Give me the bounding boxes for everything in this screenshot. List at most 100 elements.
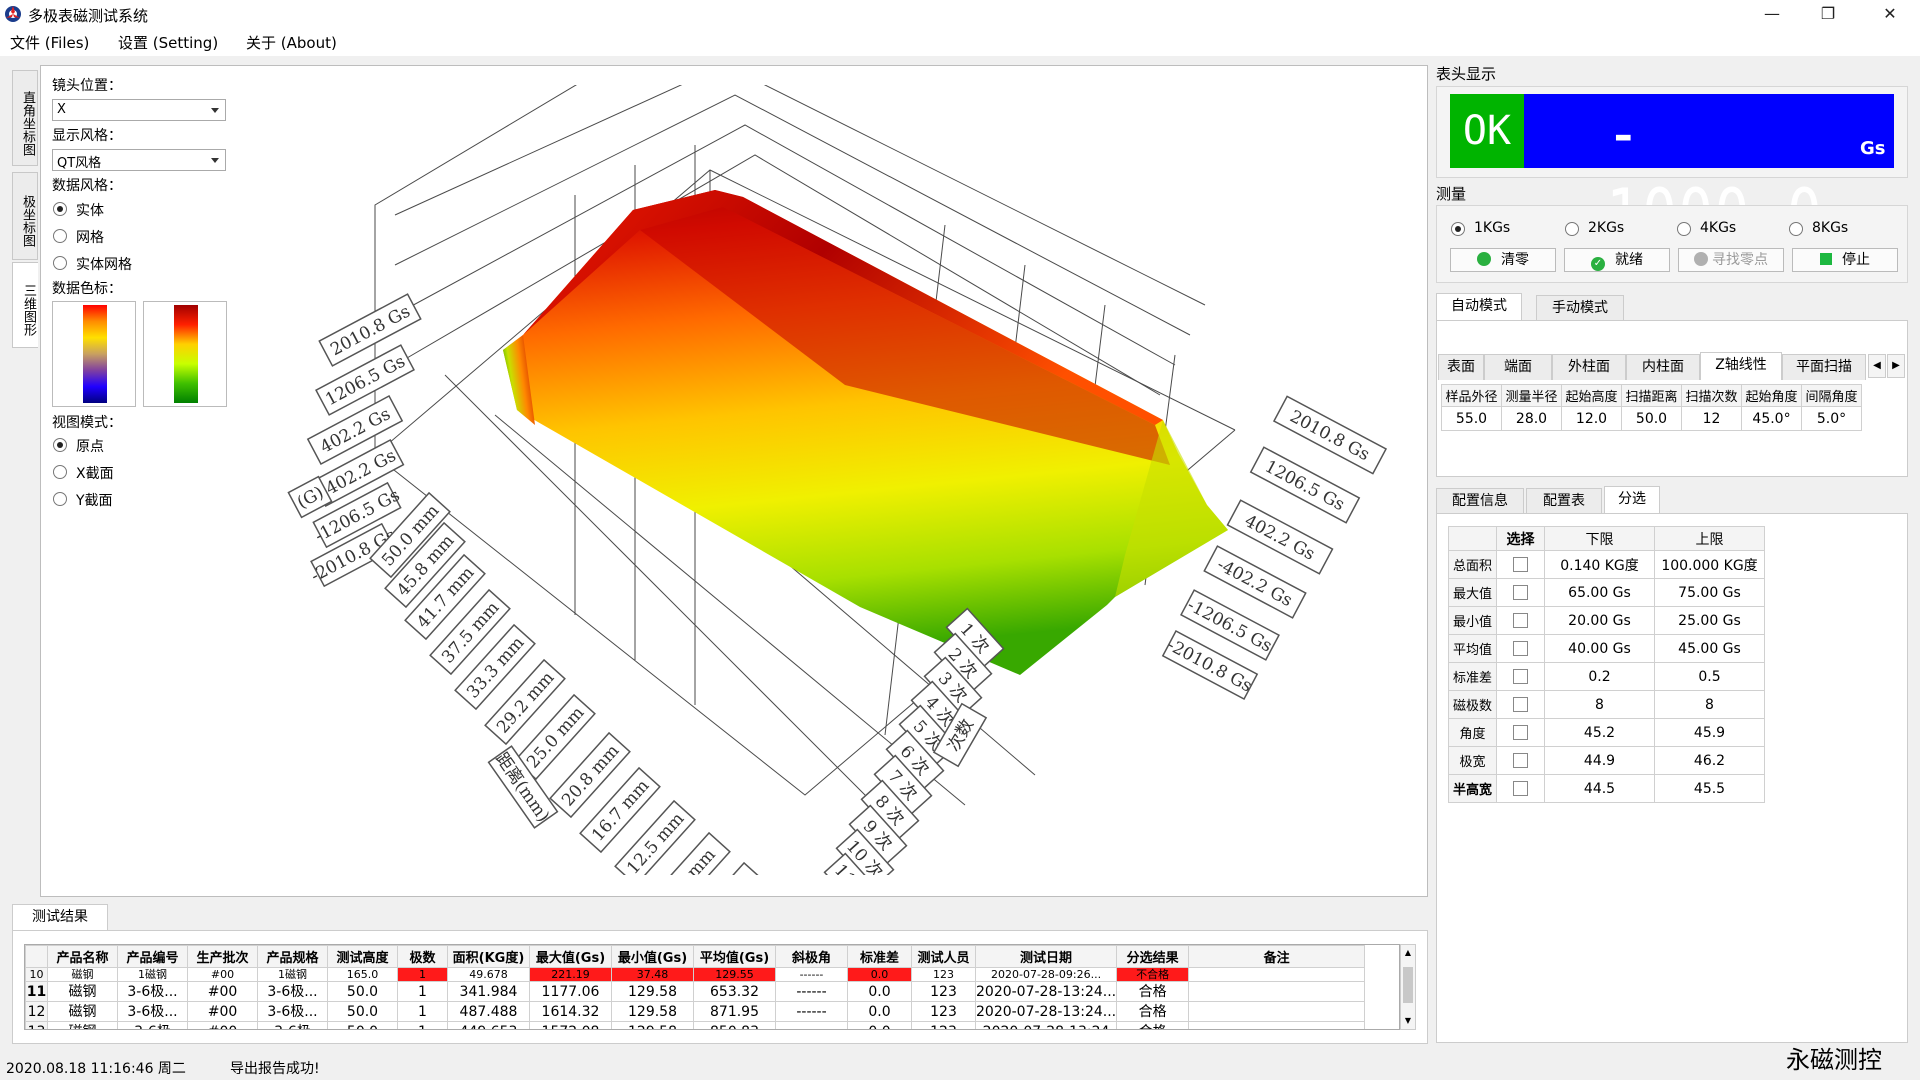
sort-low-cell[interactable]: 20.00 Gs: [1544, 606, 1655, 635]
surface-3d-plot[interactable]: 2010.8 Gs1206.5 Gs402.2 Gs-402.2 Gs-1206…: [245, 85, 1420, 875]
sort-select-cell[interactable]: [1496, 774, 1545, 803]
sort-select-cell[interactable]: [1496, 634, 1545, 663]
sort-high-cell[interactable]: 25.00 Gs: [1654, 606, 1765, 635]
radio-y-section[interactable]: [53, 492, 67, 506]
sort-high-cell[interactable]: 45.00 Gs: [1654, 634, 1765, 663]
results-header-cell[interactable]: 平均值(Gs): [693, 945, 776, 968]
params-value-cell[interactable]: 50.0: [1621, 406, 1682, 431]
results-header-cell[interactable]: 测试高度: [327, 945, 398, 968]
results-table-container[interactable]: 产品名称 产品编号 生产批次 产品规格 测试高度 极数 面积(KG度) 最大值(Gs) 最小值(…: [24, 944, 1400, 1030]
sort-high-cell[interactable]: 46.2: [1654, 746, 1765, 775]
sort-checkbox[interactable]: [1513, 585, 1528, 600]
sort-high-cell[interactable]: 75.00 Gs: [1654, 578, 1765, 607]
params-value-cell[interactable]: 5.0°: [1801, 406, 1862, 431]
results-header-cell[interactable]: 极数: [397, 945, 448, 968]
results-header-cell[interactable]: 生产批次: [187, 945, 258, 968]
results-header-cell[interactable]: 分选结果: [1116, 945, 1190, 968]
minimize-button[interactable]: —: [1744, 0, 1800, 28]
sort-checkbox[interactable]: [1513, 613, 1528, 628]
sort-checkbox[interactable]: [1513, 753, 1528, 768]
menu-setting[interactable]: 设置 (Setting): [118, 32, 218, 53]
find-zero-button[interactable]: 寻找零点: [1678, 248, 1784, 272]
scan-tab[interactable]: Z轴线性: [1700, 352, 1782, 380]
results-header-cell[interactable]: 测试日期: [974, 945, 1118, 968]
radio-8kgs[interactable]: [1789, 222, 1803, 236]
tab-manual-mode[interactable]: 手动模式: [1536, 295, 1624, 321]
sort-checkbox[interactable]: [1513, 725, 1528, 740]
radio-grid[interactable]: [53, 229, 67, 243]
tab-config-info[interactable]: 配置信息: [1436, 488, 1524, 514]
zero-button[interactable]: 清零: [1450, 248, 1556, 272]
params-value-cell[interactable]: 12: [1681, 406, 1742, 431]
sort-select-cell[interactable]: [1496, 690, 1545, 719]
sort-select-cell[interactable]: [1496, 606, 1545, 635]
results-row[interactable]: 10 磁钢 1磁钢 #00 1磁钢 165.0 1 49.678 221.19 37.48 129.…: [25, 967, 1366, 982]
tab-sorting[interactable]: 分选: [1604, 486, 1660, 514]
sort-low-cell[interactable]: 65.00 Gs: [1544, 578, 1655, 607]
sort-checkbox[interactable]: [1513, 781, 1528, 796]
sort-select-cell[interactable]: [1496, 550, 1545, 579]
scan-tab[interactable]: 内柱面: [1626, 354, 1700, 380]
results-row[interactable]: 11 磁钢 3-6极... #00 3-6极... 50.0 1 341.984 1177.06…: [25, 981, 1366, 1002]
stop-button[interactable]: 停止: [1792, 248, 1898, 272]
scan-tab[interactable]: 平面扫描: [1782, 354, 1866, 380]
radio-4kgs[interactable]: [1677, 222, 1691, 236]
tab-cartesian[interactable]: 直角坐标图: [12, 70, 38, 166]
menu-about[interactable]: 关于 (About): [246, 32, 337, 53]
params-value-cell[interactable]: 28.0: [1501, 406, 1562, 431]
results-scrollbar[interactable]: ▲ ▼: [1400, 944, 1416, 1030]
ready-button[interactable]: ✓ 就绪: [1564, 248, 1670, 272]
sort-checkbox[interactable]: [1513, 697, 1528, 712]
results-header-cell[interactable]: 备注: [1188, 945, 1366, 968]
results-header-cell[interactable]: 面积(KG度): [447, 945, 530, 968]
display-style-select[interactable]: QT风格: [52, 149, 226, 171]
results-header-cell[interactable]: 最小值(Gs): [611, 945, 694, 968]
sort-high-cell[interactable]: 45.9: [1654, 718, 1765, 747]
colorbar-2[interactable]: [143, 301, 227, 407]
tab-test-results[interactable]: 测试结果: [12, 904, 108, 932]
tab-config-table[interactable]: 配置表: [1526, 488, 1602, 514]
sort-high-cell[interactable]: 45.5: [1654, 774, 1765, 803]
sort-low-cell[interactable]: 0.140 KG度: [1544, 550, 1655, 579]
results-header-cell[interactable]: 最大值(Gs): [529, 945, 612, 968]
radio-x-section[interactable]: [53, 465, 67, 479]
radio-1kgs[interactable]: [1451, 222, 1465, 236]
sort-checkbox[interactable]: [1513, 557, 1528, 572]
sort-low-cell[interactable]: 44.5: [1544, 774, 1655, 803]
restore-button[interactable]: ❐: [1800, 0, 1856, 28]
params-value-cell[interactable]: 12.0: [1561, 406, 1622, 431]
sort-select-cell[interactable]: [1496, 746, 1545, 775]
sort-low-cell[interactable]: 40.00 Gs: [1544, 634, 1655, 663]
sort-low-cell[interactable]: 0.2: [1544, 662, 1655, 691]
colorbar-1[interactable]: [52, 301, 136, 407]
sort-select-cell[interactable]: [1496, 578, 1545, 607]
menu-files[interactable]: 文件 (Files): [10, 32, 89, 53]
results-header-cell[interactable]: 产品编号: [117, 945, 188, 968]
radio-solid-grid[interactable]: [53, 256, 67, 270]
sort-low-cell[interactable]: 8: [1544, 690, 1655, 719]
sort-checkbox[interactable]: [1513, 669, 1528, 684]
results-row[interactable]: 13磁钢3-6极#003-6极50.01449.6531572.08129.58…: [25, 1021, 1366, 1029]
sort-low-cell[interactable]: 45.2: [1544, 718, 1655, 747]
tab-3d[interactable]: 三维图形: [12, 262, 38, 348]
sort-high-cell[interactable]: 8: [1654, 690, 1765, 719]
sort-checkbox[interactable]: [1513, 641, 1528, 656]
sort-low-cell[interactable]: 44.9: [1544, 746, 1655, 775]
params-value-cell[interactable]: 45.0°: [1741, 406, 1802, 431]
lens-position-select[interactable]: X: [52, 99, 226, 121]
scroll-left-button[interactable]: ◀: [1868, 354, 1886, 378]
radio-origin[interactable]: [53, 438, 67, 452]
results-row[interactable]: 12 磁钢 3-6极... #00 3-6极... 50.0 1 487.488 1614.32…: [25, 1001, 1366, 1022]
sort-high-cell[interactable]: 0.5: [1654, 662, 1765, 691]
radio-2kgs[interactable]: [1565, 222, 1579, 236]
close-button[interactable]: ✕: [1862, 0, 1918, 28]
results-header-cell[interactable]: 测试人员: [911, 945, 976, 968]
sort-select-cell[interactable]: [1496, 662, 1545, 691]
tab-auto-mode[interactable]: 自动模式: [1436, 293, 1522, 321]
results-header-cell[interactable]: 斜极角: [775, 945, 848, 968]
radio-solid[interactable]: [53, 202, 67, 216]
results-header-cell[interactable]: 产品名称: [47, 945, 118, 968]
scan-tab[interactable]: 端面: [1484, 354, 1552, 380]
results-header-cell[interactable]: 产品规格: [257, 945, 328, 968]
scroll-right-button[interactable]: ▶: [1887, 354, 1905, 378]
